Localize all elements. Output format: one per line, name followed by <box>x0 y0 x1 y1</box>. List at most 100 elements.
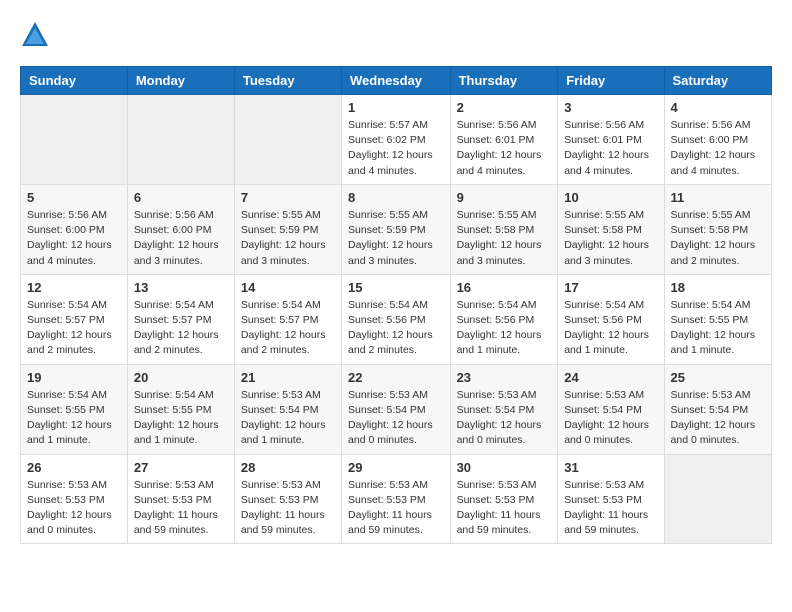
cell-date: 20 <box>134 370 228 385</box>
cell-info: Sunrise: 5:53 AMSunset: 5:54 PMDaylight:… <box>457 388 552 449</box>
cell-date: 31 <box>564 460 657 475</box>
cell-date: 10 <box>564 190 657 205</box>
logo <box>20 20 54 50</box>
calendar-cell: 11 Sunrise: 5:55 AMSunset: 5:58 PMDayligh… <box>664 184 771 274</box>
week-row-4: 19 Sunrise: 5:54 AMSunset: 5:55 PMDayligh… <box>21 364 772 454</box>
calendar-cell: 2Sunrise: 5:56 AMSunset: 6:01 PMDaylight… <box>450 95 558 185</box>
cell-date: 22 <box>348 370 444 385</box>
calendar-cell: 31 Sunrise: 5:53 AMSunset: 5:53 PMDayligh… <box>558 454 664 544</box>
calendar-cell: 17Sunrise: 5:54 AMSunset: 5:56 PMDayligh… <box>558 274 664 364</box>
cell-date: 17 <box>564 280 657 295</box>
cell-date: 28 <box>241 460 335 475</box>
cell-info: Sunrise: 5:53 AMSunset: 5:54 PMDaylight:… <box>348 388 444 449</box>
cell-date: 30 <box>457 460 552 475</box>
calendar-cell <box>234 95 341 185</box>
calendar-table: SundayMondayTuesdayWednesdayThursdayFrid… <box>20 66 772 544</box>
cell-info: Sunrise: 5:54 AMSunset: 5:57 PMDaylight:… <box>27 298 121 359</box>
calendar-cell: 8Sunrise: 5:55 AMSunset: 5:59 PMDaylight… <box>342 184 451 274</box>
calendar-cell <box>664 454 771 544</box>
cell-date: 21 <box>241 370 335 385</box>
cell-info: Sunrise: 5:53 AMSunset: 5:53 PMDaylight:… <box>241 478 335 539</box>
cell-info: Sunrise: 5:53 AMSunset: 5:53 PMDaylight:… <box>134 478 228 539</box>
cell-date: 5 <box>27 190 121 205</box>
cell-info: Sunrise: 5:55 AMSunset: 5:59 PMDaylight:… <box>241 208 335 269</box>
calendar-cell: 23Sunrise: 5:53 AMSunset: 5:54 PMDayligh… <box>450 364 558 454</box>
cell-info: Sunrise: 5:53 AMSunset: 5:53 PMDaylight:… <box>564 478 657 539</box>
calendar-cell: 22 Sunrise: 5:53 AMSunset: 5:54 PMDayligh… <box>342 364 451 454</box>
cell-date: 19 <box>27 370 121 385</box>
cell-info: Sunrise: 5:55 AMSunset: 5:58 PMDaylight:… <box>457 208 552 269</box>
cell-date: 4 <box>671 100 765 115</box>
calendar-cell: 18 Sunrise: 5:54 AMSunset: 5:55 PMDayligh… <box>664 274 771 364</box>
cell-info: Sunrise: 5:54 AMSunset: 5:55 PMDaylight:… <box>671 298 765 359</box>
week-row-3: 12 Sunrise: 5:54 AMSunset: 5:57 PMDayligh… <box>21 274 772 364</box>
cell-info: Sunrise: 5:53 AMSunset: 5:53 PMDaylight:… <box>348 478 444 539</box>
cell-date: 24 <box>564 370 657 385</box>
cell-date: 18 <box>671 280 765 295</box>
cell-info: Sunrise: 5:54 AMSunset: 5:56 PMDaylight:… <box>348 298 444 359</box>
cell-info: Sunrise: 5:54 AMSunset: 5:55 PMDaylight:… <box>27 388 121 449</box>
cell-date: 27 <box>134 460 228 475</box>
cell-info: Sunrise: 5:55 AMSunset: 5:58 PMDaylight:… <box>671 208 765 269</box>
calendar-cell: 15 Sunrise: 5:54 AMSunset: 5:56 PMDayligh… <box>342 274 451 364</box>
cell-date: 29 <box>348 460 444 475</box>
cell-date: 3 <box>564 100 657 115</box>
cell-info: Sunrise: 5:54 AMSunset: 5:56 PMDaylight:… <box>457 298 552 359</box>
calendar-cell: 14 Sunrise: 5:54 AMSunset: 5:57 PMDayligh… <box>234 274 341 364</box>
calendar-cell: 29 Sunrise: 5:53 AMSunset: 5:53 PMDayligh… <box>342 454 451 544</box>
cell-date: 9 <box>457 190 552 205</box>
calendar-cell: 1Sunrise: 5:57 AMSunset: 6:02 PMDaylight… <box>342 95 451 185</box>
col-header-monday: Monday <box>127 67 234 95</box>
page-header <box>20 20 772 50</box>
cell-info: Sunrise: 5:56 AMSunset: 6:01 PMDaylight:… <box>564 118 657 179</box>
calendar-cell: 30 Sunrise: 5:53 AMSunset: 5:53 PMDayligh… <box>450 454 558 544</box>
calendar-cell: 6 Sunrise: 5:56 AMSunset: 6:00 PMDaylight… <box>127 184 234 274</box>
calendar-cell: 10 Sunrise: 5:55 AMSunset: 5:58 PMDayligh… <box>558 184 664 274</box>
cell-date: 16 <box>457 280 552 295</box>
logo-icon <box>20 20 50 50</box>
calendar-cell: 16 Sunrise: 5:54 AMSunset: 5:56 PMDayligh… <box>450 274 558 364</box>
col-header-saturday: Saturday <box>664 67 771 95</box>
week-row-2: 5 Sunrise: 5:56 AMSunset: 6:00 PMDaylight… <box>21 184 772 274</box>
cell-date: 13 <box>134 280 228 295</box>
calendar-cell <box>127 95 234 185</box>
calendar-cell: 9 Sunrise: 5:55 AMSunset: 5:58 PMDaylight… <box>450 184 558 274</box>
calendar-cell: 24Sunrise: 5:53 AMSunset: 5:54 PMDayligh… <box>558 364 664 454</box>
cell-date: 6 <box>134 190 228 205</box>
cell-date: 15 <box>348 280 444 295</box>
cell-date: 8 <box>348 190 444 205</box>
calendar-cell: 5Sunrise: 5:56 AMSunset: 6:00 PMDaylight… <box>21 184 128 274</box>
cell-date: 25 <box>671 370 765 385</box>
cell-info: Sunrise: 5:56 AMSunset: 6:00 PMDaylight:… <box>671 118 765 179</box>
cell-info: Sunrise: 5:54 AMSunset: 5:57 PMDaylight:… <box>241 298 335 359</box>
cell-info: Sunrise: 5:53 AMSunset: 5:54 PMDaylight:… <box>671 388 765 449</box>
col-header-friday: Friday <box>558 67 664 95</box>
calendar-cell <box>21 95 128 185</box>
calendar-cell: 4 Sunrise: 5:56 AMSunset: 6:00 PMDaylight… <box>664 95 771 185</box>
cell-info: Sunrise: 5:55 AMSunset: 5:58 PMDaylight:… <box>564 208 657 269</box>
cell-info: Sunrise: 5:56 AMSunset: 6:00 PMDaylight:… <box>134 208 228 269</box>
cell-date: 26 <box>27 460 121 475</box>
cell-date: 11 <box>671 190 765 205</box>
cell-info: Sunrise: 5:57 AMSunset: 6:02 PMDaylight:… <box>348 118 444 179</box>
cell-date: 2 <box>457 100 552 115</box>
calendar-cell: 7 Sunrise: 5:55 AMSunset: 5:59 PMDaylight… <box>234 184 341 274</box>
calendar-header-row: SundayMondayTuesdayWednesdayThursdayFrid… <box>21 67 772 95</box>
col-header-tuesday: Tuesday <box>234 67 341 95</box>
calendar-cell: 12 Sunrise: 5:54 AMSunset: 5:57 PMDayligh… <box>21 274 128 364</box>
calendar-cell: 13 Sunrise: 5:54 AMSunset: 5:57 PMDayligh… <box>127 274 234 364</box>
col-header-thursday: Thursday <box>450 67 558 95</box>
calendar-cell: 26 Sunrise: 5:53 AMSunset: 5:53 PMDayligh… <box>21 454 128 544</box>
col-header-wednesday: Wednesday <box>342 67 451 95</box>
cell-date: 12 <box>27 280 121 295</box>
cell-info: Sunrise: 5:53 AMSunset: 5:53 PMDaylight:… <box>457 478 552 539</box>
calendar-cell: 3 Sunrise: 5:56 AMSunset: 6:01 PMDaylight… <box>558 95 664 185</box>
cell-date: 14 <box>241 280 335 295</box>
cell-date: 7 <box>241 190 335 205</box>
cell-info: Sunrise: 5:53 AMSunset: 5:54 PMDaylight:… <box>241 388 335 449</box>
calendar-cell: 28 Sunrise: 5:53 AMSunset: 5:53 PMDayligh… <box>234 454 341 544</box>
calendar-cell: 20 Sunrise: 5:54 AMSunset: 5:55 PMDayligh… <box>127 364 234 454</box>
cell-info: Sunrise: 5:54 AMSunset: 5:57 PMDaylight:… <box>134 298 228 359</box>
cell-info: Sunrise: 5:53 AMSunset: 5:53 PMDaylight:… <box>27 478 121 539</box>
cell-info: Sunrise: 5:54 AMSunset: 5:55 PMDaylight:… <box>134 388 228 449</box>
